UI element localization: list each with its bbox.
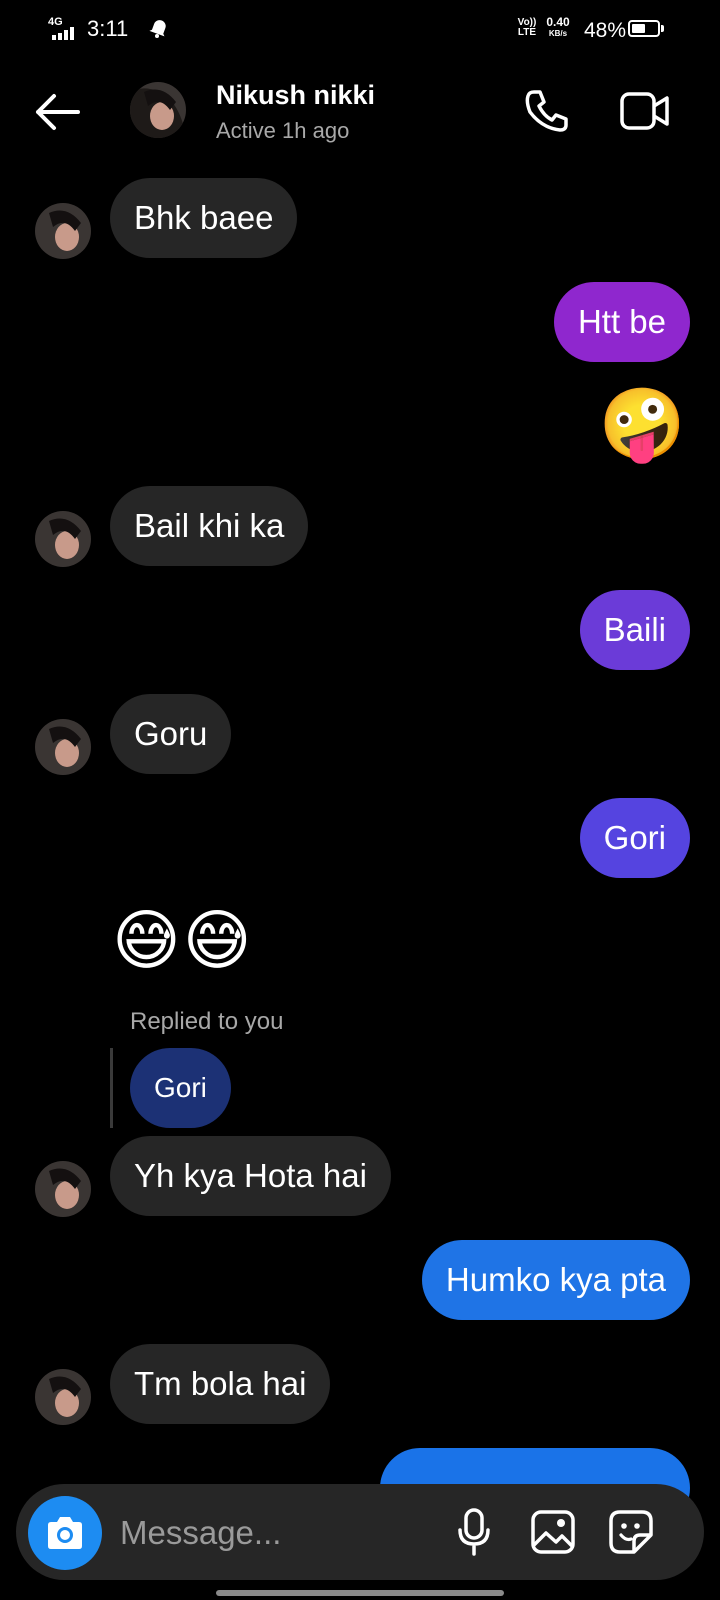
sender-avatar[interactable] [35, 203, 91, 259]
avatar-image [35, 1161, 91, 1217]
avatar-image [35, 1369, 91, 1425]
incoming-message[interactable]: Tm bola hai [110, 1344, 331, 1424]
status-bar: 4G 3:11 Vo)) LTE 0.40 KB/s 48% [0, 0, 720, 60]
volte-indicator: Vo)) LTE [517, 17, 537, 38]
incoming-message[interactable]: Goru [110, 694, 232, 774]
phone-icon[interactable] [524, 88, 570, 134]
home-indicator[interactable] [216, 1590, 504, 1596]
message-composer [16, 1484, 704, 1580]
incoming-message[interactable]: Yh kya Hota hai [110, 1136, 391, 1216]
incoming-message[interactable]: Bhk baee [110, 178, 298, 258]
outgoing-emoji[interactable]: 🤪 [599, 384, 686, 464]
quoted-message[interactable]: Gori [130, 1048, 231, 1128]
reply-divider [110, 1048, 113, 1128]
contact-active-status: Active 1h ago [216, 118, 350, 143]
avatar-image [35, 719, 91, 775]
battery-fill [632, 24, 646, 33]
notification-bell-icon [149, 20, 166, 38]
gallery-icon[interactable] [530, 1509, 576, 1555]
battery-icon [628, 20, 660, 37]
contact-avatar[interactable] [130, 82, 186, 138]
video-camera-icon[interactable] [620, 90, 670, 132]
sender-avatar[interactable] [35, 511, 91, 567]
outgoing-message[interactable]: Gori [579, 798, 690, 878]
sender-avatar[interactable] [35, 1369, 91, 1425]
incoming-emoji[interactable]: 😅😅 [112, 900, 254, 980]
battery-percent: 48% [584, 19, 627, 42]
battery-tip [661, 25, 664, 32]
avatar-image [35, 511, 91, 567]
outgoing-message[interactable]: Baili [579, 590, 690, 670]
contact-name[interactable]: Nikush nikki [216, 80, 375, 111]
camera-button[interactable] [28, 1496, 102, 1570]
avatar-image [35, 203, 91, 259]
sender-avatar[interactable] [35, 1161, 91, 1217]
camera-icon [48, 1517, 82, 1549]
message-input[interactable] [118, 1502, 442, 1564]
reply-label: Replied to you [130, 1008, 284, 1035]
clock: 3:11 [87, 16, 129, 41]
chat-header: Nikush nikki Active 1h ago [0, 60, 720, 170]
outgoing-message[interactable]: Humko kya pta [421, 1240, 690, 1320]
microphone-icon[interactable] [456, 1508, 492, 1556]
network-speed: 0.40 KB/s [546, 15, 570, 39]
sender-avatar[interactable] [35, 719, 91, 775]
back-arrow-icon[interactable] [32, 92, 80, 132]
avatar-image [130, 82, 186, 138]
outgoing-message[interactable]: Htt be [553, 282, 690, 362]
signal-icon [52, 27, 74, 40]
incoming-message[interactable]: Bail khi ka [110, 486, 309, 566]
sticker-icon[interactable] [608, 1509, 654, 1555]
